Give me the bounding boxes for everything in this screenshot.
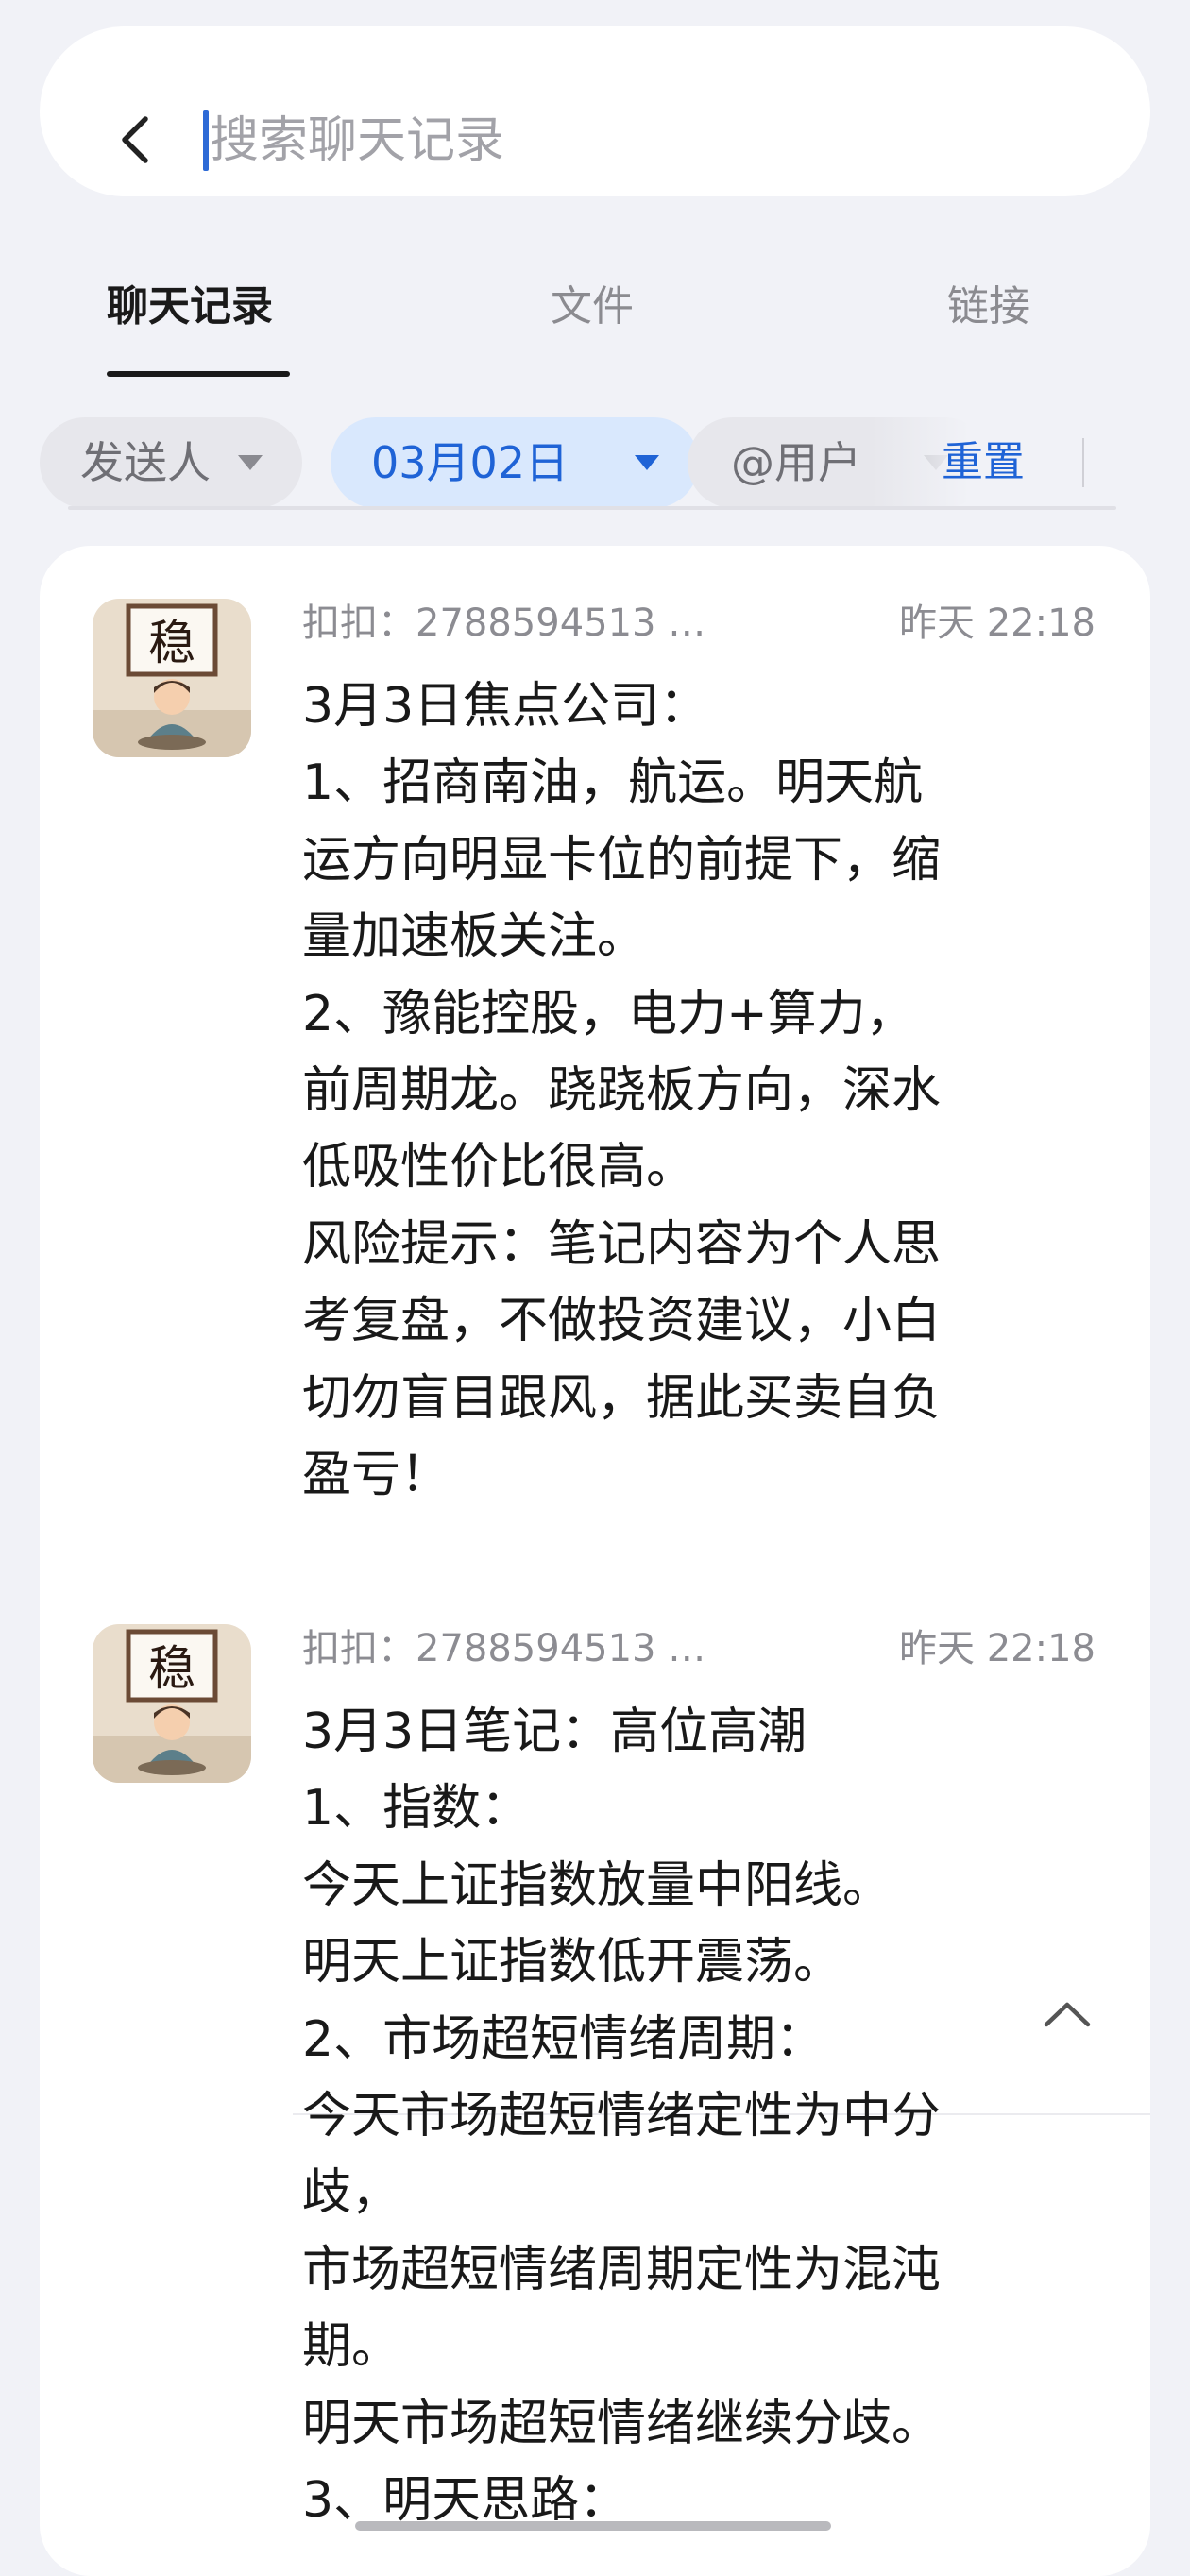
message-line: 切勿盲目跟风，据此买卖自负: [302, 1369, 942, 1427]
svg-text:稳: 稳: [148, 616, 196, 670]
sender-filter-chip[interactable]: 发送人: [40, 417, 302, 508]
chevron-left-icon[interactable]: [117, 111, 155, 168]
active-tab-indicator: [107, 371, 290, 377]
tab-files[interactable]: 文件: [551, 274, 634, 340]
message-line: 2、市场超短情绪周期：: [302, 2010, 825, 2068]
sender-name: 扣扣：2788594513 …: [302, 1627, 706, 1670]
avatar-image: 稳: [93, 599, 251, 757]
message-line: 1、指数：: [302, 1780, 531, 1838]
message-line: 3月3日笔记：高位高潮: [302, 1703, 808, 1760]
message-line: 运方向明显卡位的前提下，缩: [302, 831, 942, 889]
message-line: 今天市场超短情绪定性为中分: [302, 2088, 942, 2145]
message-line: 低吸性价比很高。: [302, 1139, 696, 1196]
search-input[interactable]: [208, 106, 967, 176]
date-filter-label: 03月02日: [371, 437, 570, 488]
date-filter-chip[interactable]: 03月02日: [331, 417, 699, 508]
message-line: 歧，: [302, 2164, 401, 2222]
filter-bottom-edge: [68, 506, 1116, 510]
sender-filter-label: 发送人: [80, 437, 211, 488]
search-bar: [40, 26, 1150, 196]
sender-name: 扣扣：2788594513 …: [302, 602, 706, 645]
mention-filter-label: @用户: [731, 437, 861, 488]
message-text: 3月3日焦点公司： 1、招商南油，航运。明天航 运方向明显卡位的前提下，缩 量加…: [302, 669, 1096, 1514]
message-line: 明天上证指数低开震荡。: [302, 1934, 843, 1991]
filter-row: 发送人 03月02日 @用户 重置: [40, 417, 1150, 508]
avatar[interactable]: 稳: [93, 599, 251, 757]
avatar[interactable]: 稳: [93, 1624, 251, 1783]
message-line: 2、豫能控股，电力+算力，: [302, 985, 915, 1042]
message-line: 量加速板关注。: [302, 908, 647, 966]
svg-text:稳: 稳: [148, 1641, 196, 1696]
message-line: 前周期龙。跷跷板方向，深水: [302, 1062, 942, 1120]
triangle-down-icon: [238, 455, 263, 470]
results-card: 稳 扣扣：2788594513 … 昨天 22:18 3月3日焦点公司： 1、招…: [40, 546, 1150, 2576]
tab-chat-records[interactable]: 聊天记录: [107, 274, 273, 340]
message-line: 市场超短情绪周期定性为混沌: [302, 2241, 942, 2298]
message-line: 风险提示：笔记内容为个人思: [302, 1215, 942, 1273]
message-line: 明天市场超短情绪继续分歧。: [302, 2395, 942, 2452]
divider: [1082, 438, 1084, 487]
tab-links[interactable]: 链接: [947, 274, 1030, 340]
message-text: 3月3日笔记：高位高潮 1、指数： 今天上证指数放量中阳线。 明天上证指数低开震…: [302, 1694, 1096, 2539]
reset-button[interactable]: 重置: [942, 417, 1025, 508]
triangle-down-icon: [635, 455, 659, 470]
message-line: 3月3日焦点公司：: [302, 678, 709, 735]
avatar-image: 稳: [93, 1624, 251, 1783]
message-line: 今天上证指数放量中阳线。: [302, 1856, 892, 1914]
message-line: 1、招商南油，航运。明天航: [302, 754, 924, 812]
message-time: 昨天 22:18: [899, 1627, 1096, 1670]
home-indicator[interactable]: [355, 2521, 831, 2531]
message-line: 考复盘，不做投资建议，小白: [302, 1293, 942, 1350]
message-line: 期。: [302, 2318, 401, 2376]
message-line: 盈亏！: [302, 1447, 450, 1504]
message-time: 昨天 22:18: [899, 602, 1096, 645]
